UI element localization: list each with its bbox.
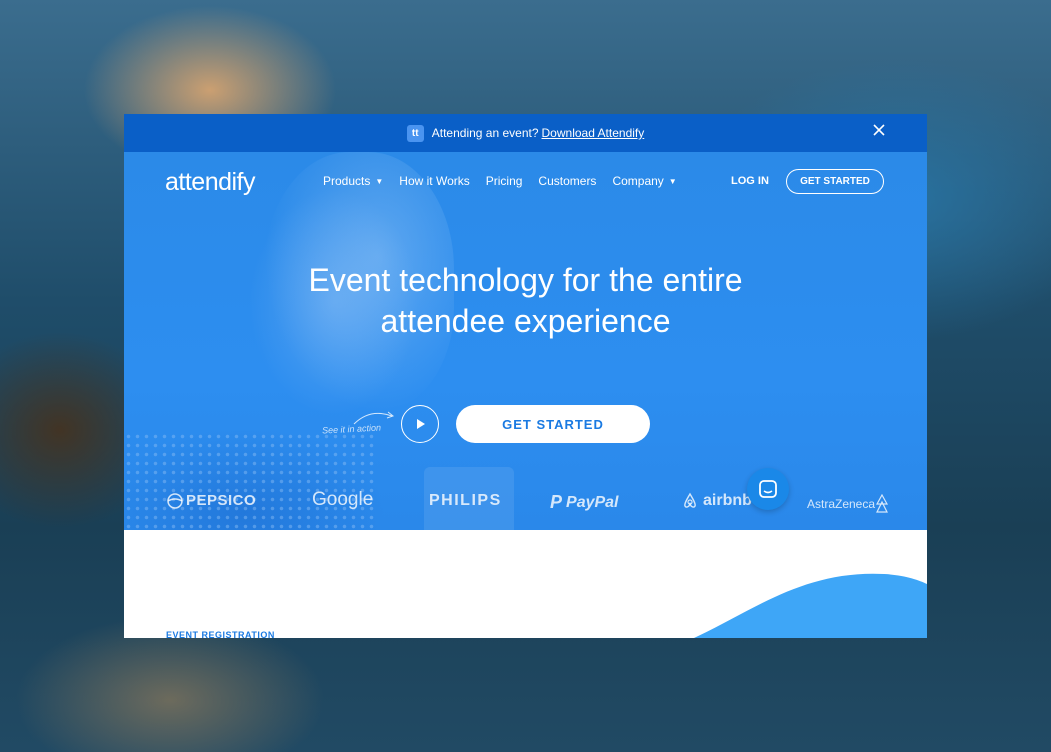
headline-line-1: Event technology for the entire	[308, 262, 743, 298]
airbnb-logo: airbnb	[681, 492, 752, 510]
nav-item-label: Company	[612, 174, 664, 188]
airbnb-wordmark: airbnb	[703, 492, 752, 509]
astrazeneca-wordmark: AstraZeneca	[807, 497, 876, 511]
hero-get-started-button[interactable]: GET STARTED	[456, 405, 650, 443]
decorative-wave	[694, 573, 927, 638]
play-icon	[417, 419, 425, 429]
pepsico-wordmark: PEPSICO	[186, 492, 257, 509]
chat-launcher-button[interactable]	[747, 468, 789, 510]
chevron-down-icon: ▼	[375, 176, 384, 186]
philips-logo: PHILIPS	[429, 492, 502, 509]
nav-item-label: Products	[323, 174, 371, 188]
nav-item-customers[interactable]: Customers	[538, 174, 596, 188]
nav-item-label: Pricing	[485, 174, 523, 188]
customer-logos: PEPSICO Google PHILIPS P PayPal airbnb A…	[124, 486, 927, 516]
close-icon[interactable]	[871, 124, 887, 140]
pepsi-globe-icon	[167, 492, 183, 509]
google-logo: Google	[312, 489, 374, 510]
headline-line-2: attendee experience	[380, 303, 671, 339]
nav-item-label: How it Works	[399, 174, 470, 188]
chevron-down-icon: ▼	[668, 176, 677, 186]
login-link[interactable]: LOG IN	[731, 175, 769, 187]
banner-text: Attending an event?	[431, 126, 539, 140]
nav-get-started-button[interactable]: GET STARTED	[786, 169, 884, 194]
pepsico-logo: PEPSICO	[167, 492, 256, 509]
browser-window: tt Attending an event? Download Attendif…	[124, 114, 927, 638]
nav-item-pricing[interactable]: Pricing	[486, 174, 523, 188]
paypal-p-icon: P	[550, 492, 563, 512]
paypal-wordmark: PayPal	[566, 493, 619, 511]
download-attendify-link[interactable]: Download Attendify	[542, 126, 645, 140]
nav-item-products[interactable]: Products ▼	[323, 174, 383, 188]
play-video-button[interactable]	[401, 405, 439, 443]
astrazeneca-logo: AstraZeneca	[807, 494, 889, 514]
astrazeneca-symbol-icon	[876, 494, 889, 513]
hero-section: attendify Products ▼ How it Works Pricin…	[124, 152, 927, 530]
nav-item-label: Customers	[538, 174, 597, 188]
hero-headline: Event technology for the entire attendee…	[124, 260, 927, 342]
nav-menu: Products ▼ How it Works Pricing Customer…	[323, 174, 677, 188]
chat-icon	[759, 480, 777, 498]
nav-item-how-it-works[interactable]: How it Works	[399, 174, 469, 188]
paypal-logo: P PayPal	[550, 492, 619, 513]
attendify-app-icon: tt	[406, 124, 424, 142]
nav-item-company[interactable]: Company ▼	[612, 174, 676, 188]
attendify-logo[interactable]: attendify	[165, 168, 256, 197]
main-nav: attendify Products ▼ How it Works Pricin…	[124, 152, 927, 210]
announcement-banner: tt Attending an event? Download Attendif…	[124, 114, 927, 152]
registration-section: EVENT REGISTRATION	[124, 530, 927, 638]
section-label: EVENT REGISTRATION	[166, 630, 275, 638]
airbnb-belo-icon	[684, 492, 696, 508]
